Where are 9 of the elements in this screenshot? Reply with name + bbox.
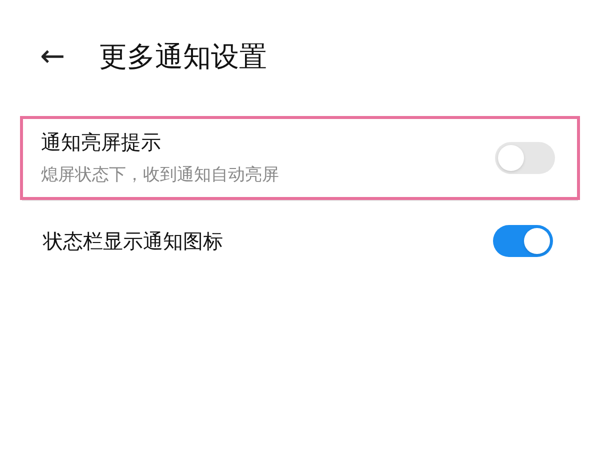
back-arrow[interactable]: ← xyxy=(40,42,66,72)
setting-description: 熄屏状态下，收到通知自动亮屏 xyxy=(41,164,279,188)
toggle-switch[interactable] xyxy=(495,142,555,174)
setting-row[interactable]: 状态栏显示通知图标 xyxy=(22,201,578,281)
setting-row[interactable]: 通知亮屏提示 熄屏状态下，收到通知自动亮屏 xyxy=(20,116,580,200)
page-title: 更多通知设置 xyxy=(99,39,268,75)
toggle-switch[interactable] xyxy=(493,225,553,257)
setting-title: 通知亮屏提示 xyxy=(41,129,162,156)
setting-title: 状态栏显示通知图标 xyxy=(43,228,223,255)
